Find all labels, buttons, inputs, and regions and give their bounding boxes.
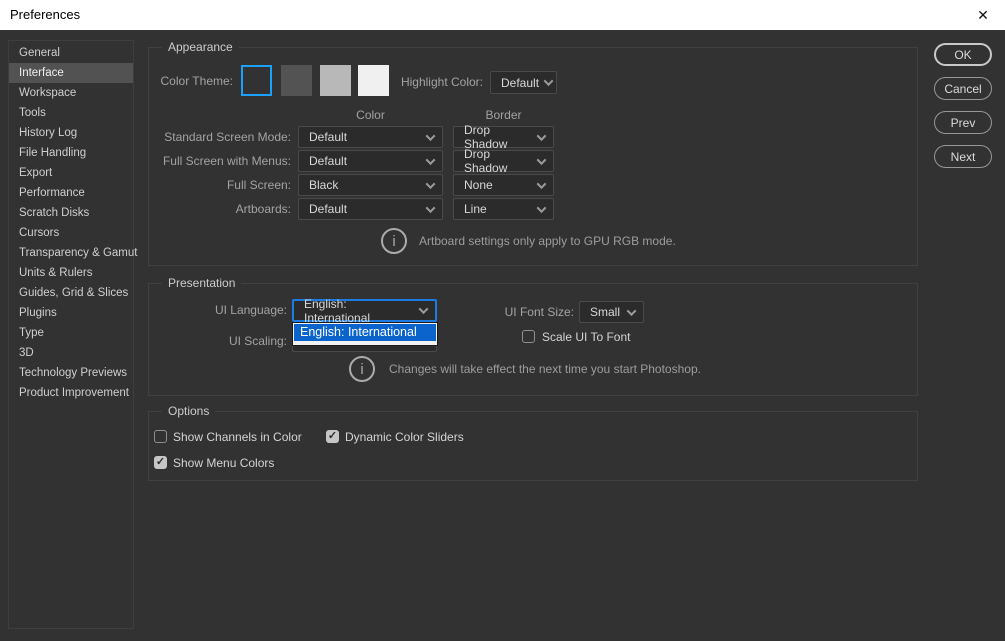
full-screen-color-value: Black: [309, 178, 338, 192]
full-screen-with-menus-color-value: Default: [309, 154, 347, 168]
chevron-down-icon: [537, 155, 547, 165]
sidebar-item-guides-grid-slices[interactable]: Guides, Grid & Slices: [9, 283, 133, 303]
dynamic-color-sliders-label[interactable]: Dynamic Color Sliders: [345, 430, 464, 444]
theme-swatch-light[interactable]: [320, 65, 351, 96]
ui-language-open-list: English: International: [292, 322, 438, 346]
appearance-legend: Appearance: [162, 40, 239, 54]
chevron-down-icon: [544, 76, 554, 86]
ui-language-dropdown[interactable]: English: International: [292, 299, 437, 322]
standard-screen-mode-label: Standard Screen Mode:: [149, 126, 291, 148]
options-panel: Options ✓ Show Channels in Color ✓ Dynam…: [148, 411, 918, 481]
theme-swatch-dark[interactable]: [281, 65, 312, 96]
show-menu-colors-label[interactable]: Show Menu Colors: [173, 456, 274, 470]
standard-screen-mode-border-dropdown[interactable]: Drop Shadow: [453, 126, 554, 148]
sidebar-item-type[interactable]: Type: [9, 323, 133, 343]
show-menu-colors-checkbox[interactable]: ✓: [154, 456, 167, 469]
scale-ui-to-font-label[interactable]: Scale UI To Font: [542, 330, 631, 344]
full-screen-with-menus-label: Full Screen with Menus:: [149, 150, 291, 172]
preferences-nav: General Interface Workspace Tools Histor…: [8, 40, 134, 629]
full-screen-label: Full Screen:: [149, 174, 291, 196]
sidebar-item-technology-previews[interactable]: Technology Previews: [9, 363, 133, 383]
dynamic-color-sliders-checkbox[interactable]: ✓: [326, 430, 339, 443]
ui-font-size-label: UI Font Size:: [471, 301, 574, 323]
theme-swatch-darkest[interactable]: [241, 65, 272, 96]
prev-button[interactable]: Prev: [934, 111, 992, 134]
options-legend: Options: [162, 404, 215, 418]
scale-ui-to-font-checkbox[interactable]: ✓: [522, 330, 535, 343]
info-icon: i: [349, 356, 375, 382]
restart-info-text: Changes will take effect the next time y…: [389, 356, 701, 382]
ui-language-label: UI Language:: [181, 299, 287, 322]
sidebar-item-performance[interactable]: Performance: [9, 183, 133, 203]
border-column-header: Border: [453, 108, 554, 122]
sidebar-item-product-improvement[interactable]: Product Improvement: [9, 383, 133, 403]
color-column-header: Color: [298, 108, 443, 122]
check-icon: ✓: [328, 430, 337, 443]
presentation-panel: Presentation UI Language: English: Inter…: [148, 283, 918, 396]
sidebar-item-file-handling[interactable]: File Handling: [9, 143, 133, 163]
ui-font-size-dropdown[interactable]: Small: [579, 301, 644, 323]
presentation-legend: Presentation: [162, 276, 241, 290]
sidebar-item-export[interactable]: Export: [9, 163, 133, 183]
ok-button[interactable]: OK: [934, 43, 992, 66]
standard-screen-mode-color-value: Default: [309, 130, 347, 144]
next-button[interactable]: Next: [934, 145, 992, 168]
highlight-color-dropdown[interactable]: Default: [490, 71, 557, 94]
close-icon[interactable]: ✕: [972, 0, 994, 30]
sidebar-item-general[interactable]: General: [9, 43, 133, 63]
chevron-down-icon: [426, 155, 436, 165]
chevron-down-icon: [627, 306, 637, 316]
ui-scaling-label: UI Scaling:: [181, 330, 287, 352]
ui-language-list-item[interactable]: English: International: [294, 324, 436, 341]
ui-language-value: English: International: [304, 297, 414, 325]
highlight-color-value: Default: [501, 76, 539, 90]
chevron-down-icon: [537, 179, 547, 189]
sidebar-item-scratch-disks[interactable]: Scratch Disks: [9, 203, 133, 223]
full-screen-color-dropdown[interactable]: Black: [298, 174, 443, 196]
artboard-info-text: Artboard settings only apply to GPU RGB …: [419, 228, 676, 254]
sidebar-item-3d[interactable]: 3D: [9, 343, 133, 363]
sidebar-item-plugins[interactable]: Plugins: [9, 303, 133, 323]
sidebar-item-workspace[interactable]: Workspace: [9, 83, 133, 103]
full-screen-border-value: None: [464, 178, 493, 192]
artboards-color-value: Default: [309, 202, 347, 216]
check-icon: ✓: [156, 456, 165, 469]
sidebar-item-transparency-gamut[interactable]: Transparency & Gamut: [9, 243, 133, 263]
chevron-down-icon: [419, 304, 429, 314]
artboards-border-value: Line: [464, 202, 487, 216]
sidebar-item-interface[interactable]: Interface: [9, 63, 133, 83]
artboards-color-dropdown[interactable]: Default: [298, 198, 443, 220]
full-screen-with-menus-border-dropdown[interactable]: Drop Shadow: [453, 150, 554, 172]
chevron-down-icon: [537, 203, 547, 213]
artboards-border-dropdown[interactable]: Line: [453, 198, 554, 220]
chevron-down-icon: [426, 203, 436, 213]
sidebar-item-tools[interactable]: Tools: [9, 103, 133, 123]
cancel-button[interactable]: Cancel: [934, 77, 992, 100]
chevron-down-icon: [537, 131, 547, 141]
ui-font-size-value: Small: [590, 305, 620, 319]
full-screen-with-menus-color-dropdown[interactable]: Default: [298, 150, 443, 172]
full-screen-border-dropdown[interactable]: None: [453, 174, 554, 196]
highlight-color-label: Highlight Color:: [391, 75, 483, 89]
artboards-label: Artboards:: [149, 198, 291, 220]
appearance-panel: Appearance Color Theme: Highlight Color:…: [148, 47, 918, 266]
window-title: Preferences: [10, 0, 80, 30]
theme-swatch-lightest[interactable]: [358, 65, 389, 96]
sidebar-item-cursors[interactable]: Cursors: [9, 223, 133, 243]
sidebar-item-history-log[interactable]: History Log: [9, 123, 133, 143]
color-theme-label: Color Theme:: [149, 74, 233, 88]
chevron-down-icon: [426, 131, 436, 141]
chevron-down-icon: [426, 179, 436, 189]
sidebar-item-units-rulers[interactable]: Units & Rulers: [9, 263, 133, 283]
show-channels-in-color-checkbox[interactable]: ✓: [154, 430, 167, 443]
standard-screen-mode-color-dropdown[interactable]: Default: [298, 126, 443, 148]
title-bar: Preferences ✕: [0, 0, 1005, 30]
show-channels-in-color-label[interactable]: Show Channels in Color: [173, 430, 302, 444]
info-icon: i: [381, 228, 407, 254]
full-screen-with-menus-border-value: Drop Shadow: [464, 147, 532, 175]
